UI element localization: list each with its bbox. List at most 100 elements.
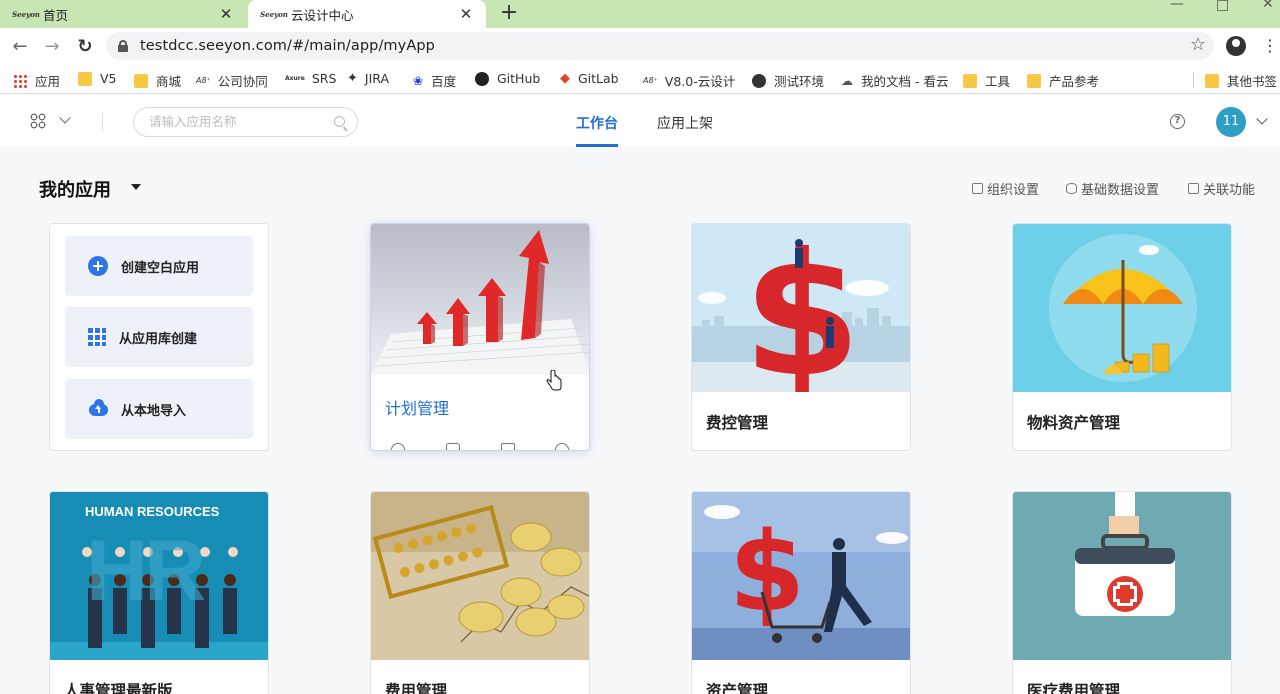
bookmark-jira[interactable]: ✦ JIRA [347,71,389,86]
app-name[interactable]: 资产管理 [706,679,768,694]
bookmark-label: JIRA [364,71,390,86]
bookmark-label: 其他书签 [1227,74,1278,89]
app-switcher-icon[interactable] [30,113,46,129]
bookmark-gitlab[interactable]: ◆ GitLab [560,71,619,86]
tab-app-listing[interactable]: 应用上架 [657,113,713,133]
page-title[interactable]: 我的应用 [39,176,111,202]
bookmark-label: GitHub [497,71,541,86]
bookmark-company-collab[interactable]: A8⁺ 公司协同 [196,71,268,90]
plus-circle-icon [88,256,108,276]
caret-down-icon[interactable] [131,184,141,190]
app-search-input[interactable] [133,107,358,137]
app-card-expense-control[interactable]: $ 费控管理 [691,223,911,451]
a8-icon: A8⁺ [196,76,211,85]
button-label: 从应用库创建 [119,331,198,347]
org-settings-link[interactable]: 组织设置 [972,179,1039,198]
app-card-material-assets[interactable]: 物料资产管理 [1012,223,1232,451]
browser-tab-design-center[interactable]: Seeyon 云设计中心 ✕ [248,0,486,28]
related-functions-link[interactable]: 关联功能 [1188,179,1255,198]
medical-case-image [1013,492,1231,660]
lock-icon[interactable] [118,40,128,52]
import-local-button[interactable]: 从本地导入 [65,379,253,439]
tool-label: 组织设置 [987,183,1040,198]
bookmark-star-icon[interactable]: ☆ [1190,34,1206,55]
shield-icon[interactable] [446,443,460,450]
bookmark-github[interactable]: GitHub [475,71,540,86]
app-card-plan[interactable]: 计划管理 [370,223,590,451]
button-label: 从本地导入 [121,403,187,419]
tab-workbench[interactable]: 工作台 [576,113,618,133]
minimize-icon[interactable]: — [1170,0,1184,12]
tool-label: 关联功能 [1203,183,1256,198]
folder-icon [1027,73,1041,88]
bookmarks-bar: 应用 V5 商城 A8⁺ 公司协同 Axure SRS ✦ JIRA ❀ 百度 … [0,64,1280,94]
umbrella-coins-image [1013,224,1231,392]
dollar-sign-climbers-image: $ [692,224,910,392]
url-text[interactable]: testdcc.seeyon.com/#/main/app/myApp [140,38,435,54]
bookmark-test-env[interactable]: 测试环境 [752,71,824,90]
search-icon[interactable] [334,116,345,127]
window-close-icon[interactable]: ✕ [1262,0,1274,12]
close-icon[interactable]: ✕ [458,5,474,23]
globe-icon [752,73,766,88]
cloud-doc-icon: ☁ [841,73,853,88]
bookmark-v8-cloud-design[interactable]: A8⁺ V8.0-云设计 [643,71,735,90]
app-card-medical-expense[interactable]: 医疗费用管理 [1012,491,1232,694]
app-name[interactable]: 物料资产管理 [1027,411,1120,433]
more-menu-icon[interactable]: ⋮ [1262,36,1278,55]
maximize-icon[interactable]: □ [1216,0,1229,13]
copy-icon[interactable] [501,443,515,450]
help-icon[interactable]: ? [1170,114,1185,129]
bookmark-other[interactable]: 其他书签 [1205,71,1277,90]
bookmark-tools[interactable]: 工具 [963,71,1010,90]
back-icon[interactable]: ← [8,34,32,58]
header-divider [102,113,103,131]
gitlab-icon: ◆ [560,71,570,86]
bookmark-label: GitLab [578,71,619,86]
close-icon[interactable]: ✕ [218,5,234,23]
clock-icon[interactable] [391,443,405,450]
app-name[interactable]: 费控管理 [706,411,768,433]
human-resources-image: HR HUMAN RESOURCES [50,492,268,660]
app-name[interactable]: 医疗费用管理 [1027,679,1120,694]
baidu-paw-icon: ❀ [413,73,424,88]
app-name[interactable]: 计划管理 [385,395,449,419]
app-card-assets[interactable]: $ 资产管理 [691,491,911,694]
forward-icon[interactable]: → [40,34,64,58]
create-from-library-button[interactable]: 从应用库创建 [65,307,253,367]
bookmark-label: 商城 [156,74,182,89]
folder-icon [78,71,92,86]
create-blank-app-button[interactable]: 创建空白应用 [65,236,253,296]
base-data-settings-link[interactable]: 基础数据设置 [1066,179,1159,198]
address-bar[interactable]: testdcc.seeyon.com/#/main/app/myApp ☆ [106,32,1214,60]
bookmark-label: 应用 [35,74,61,89]
bookmark-mall[interactable]: 商城 [134,71,181,90]
bookmark-v5[interactable]: V5 [78,71,117,86]
bookmark-srs[interactable]: Axure SRS [285,71,336,86]
svg-text:$: $ [729,508,806,636]
account-icon[interactable] [1226,36,1246,56]
browser-toolbar: ← → ↻ testdcc.seeyon.com/#/main/app/myAp… [0,28,1280,64]
org-chart-icon [972,183,983,194]
apps-grid-icon [13,73,27,88]
bookmark-kancloud[interactable]: ☁ 我的文档 - 看云 [841,71,948,90]
chevron-down-icon[interactable] [1256,113,1268,125]
browser-tab-home[interactable]: Seeyon 首页 ✕ [0,0,246,28]
reload-icon[interactable]: ↻ [73,34,97,58]
bookmark-baidu[interactable]: ❀ 百度 [413,71,456,90]
bookmark-product-ref[interactable]: 产品参考 [1027,71,1099,90]
hand-cursor-icon [546,370,562,391]
app-card-hr[interactable]: HR HUMAN RESOURCES 人事管理最新版 [49,491,269,694]
app-card-expense[interactable]: 费用管理 [370,491,590,694]
browser-tab-strip: Seeyon 首页 ✕ Seeyon 云设计中心 ✕ + — □ ✕ [0,0,1280,28]
avatar[interactable]: 11 [1216,107,1246,137]
bookmark-apps[interactable]: 应用 [13,71,60,90]
chevron-down-icon[interactable] [59,112,71,124]
dollar-cart-runner-image: $ [692,492,910,660]
create-app-panel: 创建空白应用 从应用库创建 从本地导入 [49,223,269,451]
tab-title: 云设计中心 [291,7,354,23]
new-tab-icon[interactable]: + [498,2,520,24]
more-icon[interactable] [555,443,569,450]
app-name[interactable]: 费用管理 [385,679,447,694]
app-name[interactable]: 人事管理最新版 [64,679,173,694]
